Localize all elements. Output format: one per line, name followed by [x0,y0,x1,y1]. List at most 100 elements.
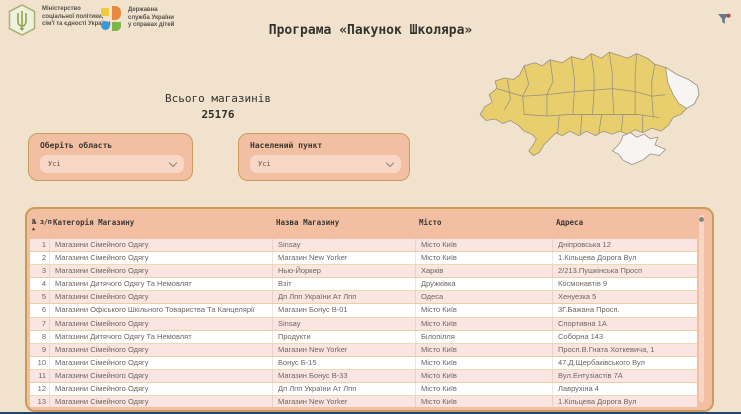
table-cell: 6 [30,304,49,316]
table-cell: 12 [30,383,49,395]
settlement-select-value: Усі [258,160,387,168]
table-cell: Просп.В.Гната Хоткевича, 1 [552,344,697,356]
table-row[interactable]: 7Магазини Сімейного ОдягуSinsayМісто Киї… [30,318,697,331]
table-header-row: № з/п ▲ Категорія Магазину Назва Магазин… [30,211,697,239]
table-cell: Магазин Бонус В-01 [272,304,415,316]
table-cell: 5 [30,291,49,303]
table-cell: Дп Лпп України Ат Лпп [272,383,415,395]
column-header-shop-name[interactable]: Назва Магазину [272,211,415,239]
region-filter-label: Оберіть область [40,141,184,150]
map-region-crimea[interactable] [612,133,665,165]
table-cell: Місто Київ [415,318,552,330]
table-cell: Місто Київ [415,304,552,316]
table-row[interactable]: 12Магазини Сімейного ОдягуДп Лпп України… [30,383,697,396]
shops-table-panel: № з/п ▲ Категорія Магазину Назва Магазин… [25,207,714,412]
children-service-logo: Державна служба України у справах дітей [100,5,174,32]
table-cell: Продукти [272,331,415,343]
table-cell: Місто Київ [415,357,552,369]
scrollbar-thumb[interactable] [699,217,704,222]
table-cell: 47.Д.Щербаківського Вул [552,357,697,369]
table-scrollbar[interactable] [699,215,704,402]
column-header-address[interactable]: Адреса [552,211,697,239]
table-row[interactable]: 13Магазини Сімейного ОдягуМагазин New Yo… [30,396,697,407]
table-cell: 1.Кільцева Дорога Вул [552,396,697,407]
table-cell: Спортивна 1А [552,318,697,330]
table-cell: Магазини Сімейного Одягу [49,344,272,356]
table-cell: Місто Київ [415,252,552,264]
column-header-number[interactable]: № з/п ▲ [30,211,49,239]
table-row[interactable]: 8Магазини Дитячого Одягу Та НемовлятПрод… [30,331,697,344]
table-cell: Дружківка [415,278,552,290]
table-cell: Харків [415,265,552,277]
table-cell: Магазини Сімейного Одягу [49,239,272,251]
table-cell: Магазини Сімейного Одягу [49,291,272,303]
table-cell: Дніпровська 12 [552,239,697,251]
logo-line: у справах дітей [128,22,174,30]
table-body: 1Магазини Сімейного ОдягуSinsayМісто Киї… [30,239,697,407]
table-cell: 9 [30,344,49,356]
table-cell: Магазини Сімейного Одягу [49,318,272,330]
table-cell: Одеса [415,291,552,303]
region-filter-card: Оберіть область Усі [28,133,193,181]
table-cell: Магазин New Yorker [272,344,415,356]
column-header-category[interactable]: Категорія Магазину [49,211,272,239]
table-row[interactable]: 9Магазини Сімейного ОдягуМагазин New Yor… [30,344,697,357]
chevron-down-icon [169,158,177,166]
region-select[interactable]: Усі [40,155,184,173]
page-title: Програма «Пакунок Школяра» [269,23,473,38]
table-cell: 2/213.Пушкінська Просп [552,265,697,277]
table-row[interactable]: 1Магазини Сімейного ОдягуSinsayМісто Киї… [30,239,697,252]
table-cell: 3Г.Бажана Просп. [552,304,697,316]
table-row[interactable]: 4Магазини Дитячого Одягу Та НемовлятВзіт… [30,278,697,291]
column-header-city[interactable]: Місто [415,211,552,239]
table-cell: Магазин New Yorker [272,252,415,264]
table-cell: Магазини Сімейного Одягу [49,265,272,277]
table-cell: Соборна 143 [552,331,697,343]
table-cell: Магазини Офіського Шкільного Товариства … [49,304,272,316]
table-cell: Магазини Сімейного Одягу [49,357,272,369]
logo-line: служба України [128,15,174,23]
table-cell: Вул.Ентузіастів 7А [552,370,697,382]
table-cell: Місто Київ [415,396,552,407]
table-cell: 4 [30,278,49,290]
table-cell: Магазини Дитячого Одягу Та Немовлят [49,278,272,290]
table-cell: Магазин New Yorker [272,396,415,407]
ministry-logo: Міністерство соціальної політики, сім'ї … [8,4,111,36]
table-cell: 1 [30,239,49,251]
table-cell: Білопілля [415,331,552,343]
table-cell: Дп Лпп України Ат Лпп [272,291,415,303]
table-cell: Хенуезка 5 [552,291,697,303]
chevron-down-icon [386,158,394,166]
ukraine-map[interactable] [474,44,702,194]
table-cell: 8 [30,331,49,343]
table-cell: 11 [30,370,49,382]
table-row[interactable]: 5Магазини Сімейного ОдягуДп Лпп України … [30,291,697,304]
table-row[interactable]: 11Магазини Сімейного ОдягуМагазин Бонус … [30,370,697,383]
table-cell: Sinsay [272,239,415,251]
table-cell: Sinsay [272,318,415,330]
table-cell: Нью-Йоркер [272,265,415,277]
settlement-select[interactable]: Усі [250,155,401,173]
table-row[interactable]: 10Магазини Сімейного ОдягуБонус Б-15Міст… [30,357,697,370]
table-cell: Магазини Сімейного Одягу [49,383,272,395]
column-header-label: № з/п [32,218,49,226]
total-shops-stat: Всього магазинів 25176 [128,92,308,121]
total-shops-value: 25176 [128,108,308,121]
table-cell: Магазини Сімейного Одягу [49,370,272,382]
table-row[interactable]: 2Магазини Сімейного ОдягуМагазин New Yor… [30,252,697,265]
table-cell: 3 [30,265,49,277]
table-row[interactable]: 6Магазини Офіського Шкільного Товариства… [30,304,697,317]
table-cell: Магазини Сімейного Одягу [49,252,272,264]
total-shops-label: Всього магазинів [128,92,308,105]
table-cell: Місто Київ [415,383,552,395]
table-cell: Бонус Б-15 [272,357,415,369]
filter-icon[interactable] [716,11,732,27]
table-cell: 13 [30,396,49,407]
table-cell: Магазин Бонус В-33 [272,370,415,382]
children-service-logo-text: Державна служба України у справах дітей [128,5,174,30]
table-cell: 7 [30,318,49,330]
settlement-filter-label: Населений пункт [250,141,401,150]
table-row[interactable]: 3Магазини Сімейного ОдягуНью-ЙоркерХаркі… [30,265,697,278]
table-cell: Космонавтів 9 [552,278,697,290]
sort-ascending-icon: ▲ [32,227,49,232]
